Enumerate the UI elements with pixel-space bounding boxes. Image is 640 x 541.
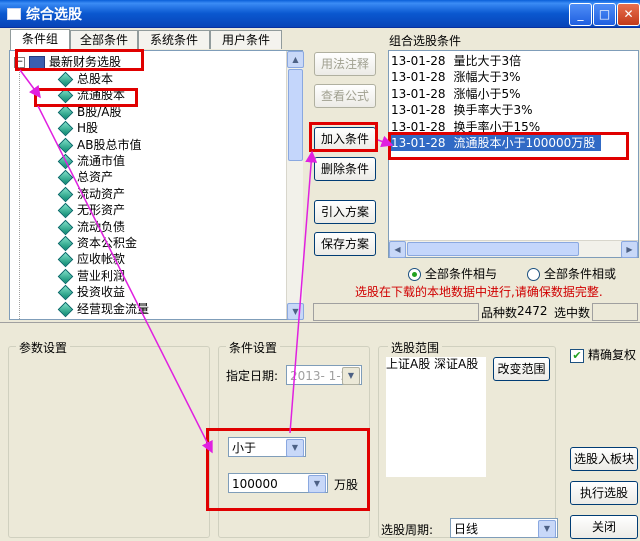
arrow-item-to-inputs: [37, 105, 213, 454]
arrow-inputs-to-add: [289, 150, 318, 434]
arrow-root-to-item: [19, 69, 41, 99]
annotation-arrows: [19, 69, 394, 454]
arrow-add-to-list: [377, 135, 394, 148]
